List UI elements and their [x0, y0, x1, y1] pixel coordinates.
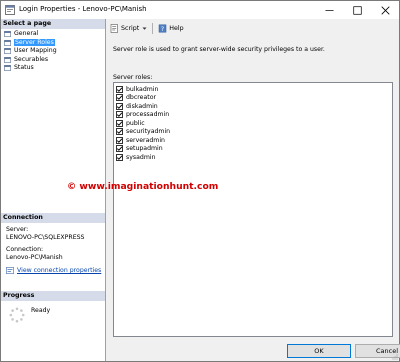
maximize-button[interactable] — [343, 1, 371, 19]
checkmark-icon — [116, 129, 123, 135]
server-role-description: Server role is used to grant server-wide… — [113, 46, 325, 53]
window-title: Login Properties - Lenovo-PC\Manish — [19, 5, 147, 13]
checkmark-icon — [116, 155, 123, 160]
view-connection-label: View connection properties — [17, 267, 102, 274]
page-item-general[interactable]: General — [1, 30, 105, 39]
role-label: bulkadmin — [126, 85, 159, 93]
page-icon — [4, 31, 11, 38]
role-label: securityadmin — [126, 128, 171, 136]
role-label: setupadmin — [126, 145, 163, 153]
maximize-icon — [352, 5, 362, 15]
role-item-setupadmin[interactable]: setupadmin — [114, 145, 392, 154]
page-item-label: User Mapping — [14, 47, 57, 54]
page-icon — [4, 39, 11, 46]
script-icon — [110, 23, 118, 33]
role-item-processadmin[interactable]: processadmin — [114, 111, 392, 120]
page-icon — [4, 48, 11, 55]
title-bar: Login Properties - Lenovo-PC\Manish — [1, 1, 399, 19]
page-item-status[interactable]: Status — [1, 64, 105, 73]
connection-header: Connection — [1, 213, 105, 223]
page-icon — [4, 56, 11, 63]
role-checkbox[interactable] — [116, 145, 123, 153]
ok-button[interactable]: OK — [287, 344, 351, 358]
server-roles-list: bulkadmin dbcreator diskadmin processadm… — [113, 82, 393, 337]
right-pane: Script ? Help Server role is used to gra… — [106, 19, 399, 339]
role-item-bulkadmin[interactable]: bulkadmin — [114, 85, 392, 94]
role-item-diskadmin[interactable]: diskadmin — [114, 102, 392, 111]
role-checkbox[interactable] — [116, 119, 123, 127]
page-item-server-roles[interactable]: Server Roles — [1, 38, 105, 48]
page-item-label: Securables — [14, 55, 49, 63]
role-item-securityadmin[interactable]: securityadmin — [114, 128, 392, 137]
connection-info: Connection: Lenovo-PC\Manish — [6, 246, 63, 262]
role-checkbox[interactable] — [116, 136, 123, 144]
role-label: processadmin — [126, 111, 170, 119]
role-label: public — [126, 119, 145, 127]
resize-grip-icon[interactable] — [392, 354, 398, 360]
server-info: Server: LENOVO-PC\SQLEXPRESS — [6, 226, 84, 242]
server-value: LENOVO-PC\SQLEXPRESS — [6, 234, 85, 241]
role-label: serveradmin — [126, 136, 165, 144]
role-checkbox[interactable] — [116, 128, 123, 136]
role-checkbox[interactable] — [116, 94, 123, 102]
script-button[interactable]: Script — [110, 23, 140, 33]
close-button[interactable] — [371, 1, 399, 19]
toolbar-separator — [152, 22, 154, 34]
minimize-icon — [324, 9, 334, 11]
role-label: diskadmin — [126, 102, 158, 110]
server-roles-label: Server roles: — [113, 74, 153, 81]
close-icon — [380, 5, 390, 15]
role-checkbox[interactable] — [116, 102, 123, 110]
role-item-serveradmin[interactable]: serveradmin — [114, 136, 392, 145]
checkmark-icon — [116, 87, 123, 92]
page-item-securables[interactable]: Securables — [1, 56, 105, 65]
page-item-label: Status — [14, 64, 34, 71]
page-icon — [4, 65, 11, 72]
checkmark-icon — [116, 104, 123, 109]
role-checkbox[interactable] — [116, 85, 123, 93]
progress-header: Progress — [1, 291, 105, 301]
minimize-button[interactable] — [315, 1, 343, 19]
role-checkbox[interactable] — [116, 111, 123, 119]
checkmark-icon — [116, 146, 123, 152]
checkmark-icon — [116, 112, 123, 118]
server-label: Server: — [6, 226, 29, 233]
login-properties-window: Login Properties - Lenovo-PC\Manish Sele… — [0, 0, 400, 362]
script-label: Script — [121, 24, 140, 32]
page-item-label: General — [14, 30, 39, 37]
view-connection-properties-link[interactable]: View connection properties — [6, 267, 101, 274]
dialog-footer: OK Cancel — [106, 339, 400, 361]
role-label: dbcreator — [126, 94, 157, 102]
toolbar: Script ? Help — [106, 19, 399, 37]
role-label: sysadmin — [126, 153, 156, 161]
help-button[interactable]: ? Help — [158, 24, 184, 33]
svg-text:?: ? — [161, 26, 164, 33]
role-item-sysadmin[interactable]: sysadmin — [114, 153, 392, 162]
page-item-label: Server Roles — [14, 38, 55, 46]
checkmark-icon — [116, 121, 123, 126]
chevron-down-icon[interactable] — [142, 26, 147, 31]
progress-spinner-icon — [9, 307, 25, 323]
page-item-user-mapping[interactable]: User Mapping — [1, 47, 105, 56]
help-label: Help — [169, 24, 184, 32]
progress-status: Ready — [31, 307, 51, 314]
select-page-header: Select a page — [1, 19, 105, 29]
app-icon — [5, 5, 15, 15]
page-list: General Server Roles User Mapping Secura… — [1, 30, 105, 73]
watermark-text: © www.imaginationhunt.com — [67, 181, 219, 192]
role-item-dbcreator[interactable]: dbcreator — [114, 94, 392, 103]
role-item-public[interactable]: public — [114, 119, 392, 128]
checkmark-icon — [116, 138, 123, 143]
checkmark-icon — [116, 95, 123, 101]
help-icon: ? — [159, 24, 167, 33]
connection-label: Connection: — [6, 246, 44, 253]
properties-icon — [6, 267, 14, 274]
role-checkbox[interactable] — [116, 153, 123, 161]
connection-value: Lenovo-PC\Manish — [6, 254, 63, 261]
